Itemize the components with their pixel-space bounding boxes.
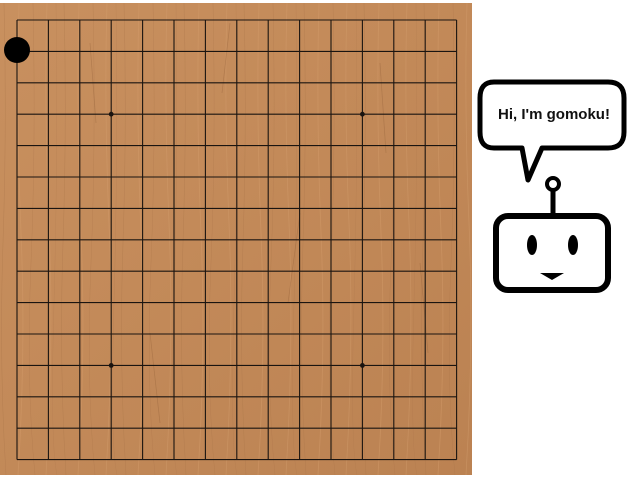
robot-antenna-ball bbox=[545, 176, 561, 192]
star-point bbox=[360, 363, 365, 368]
robot-left-eye bbox=[527, 235, 537, 255]
stones-layer bbox=[4, 37, 30, 63]
bot-panel: Hi, I'm gomoku! bbox=[476, 78, 632, 298]
board-grain bbox=[0, 3, 472, 475]
gomoku-app: Hi, I'm gomoku! bbox=[0, 0, 632, 478]
black-stone bbox=[4, 37, 30, 63]
star-point bbox=[108, 363, 114, 368]
game-board[interactable] bbox=[0, 3, 472, 475]
robot-right-eye bbox=[568, 235, 578, 255]
board-svg[interactable] bbox=[0, 3, 472, 475]
bot-speech-text: Hi, I'm gomoku! bbox=[498, 105, 610, 123]
star-point bbox=[360, 111, 365, 117]
star-point bbox=[108, 111, 114, 117]
